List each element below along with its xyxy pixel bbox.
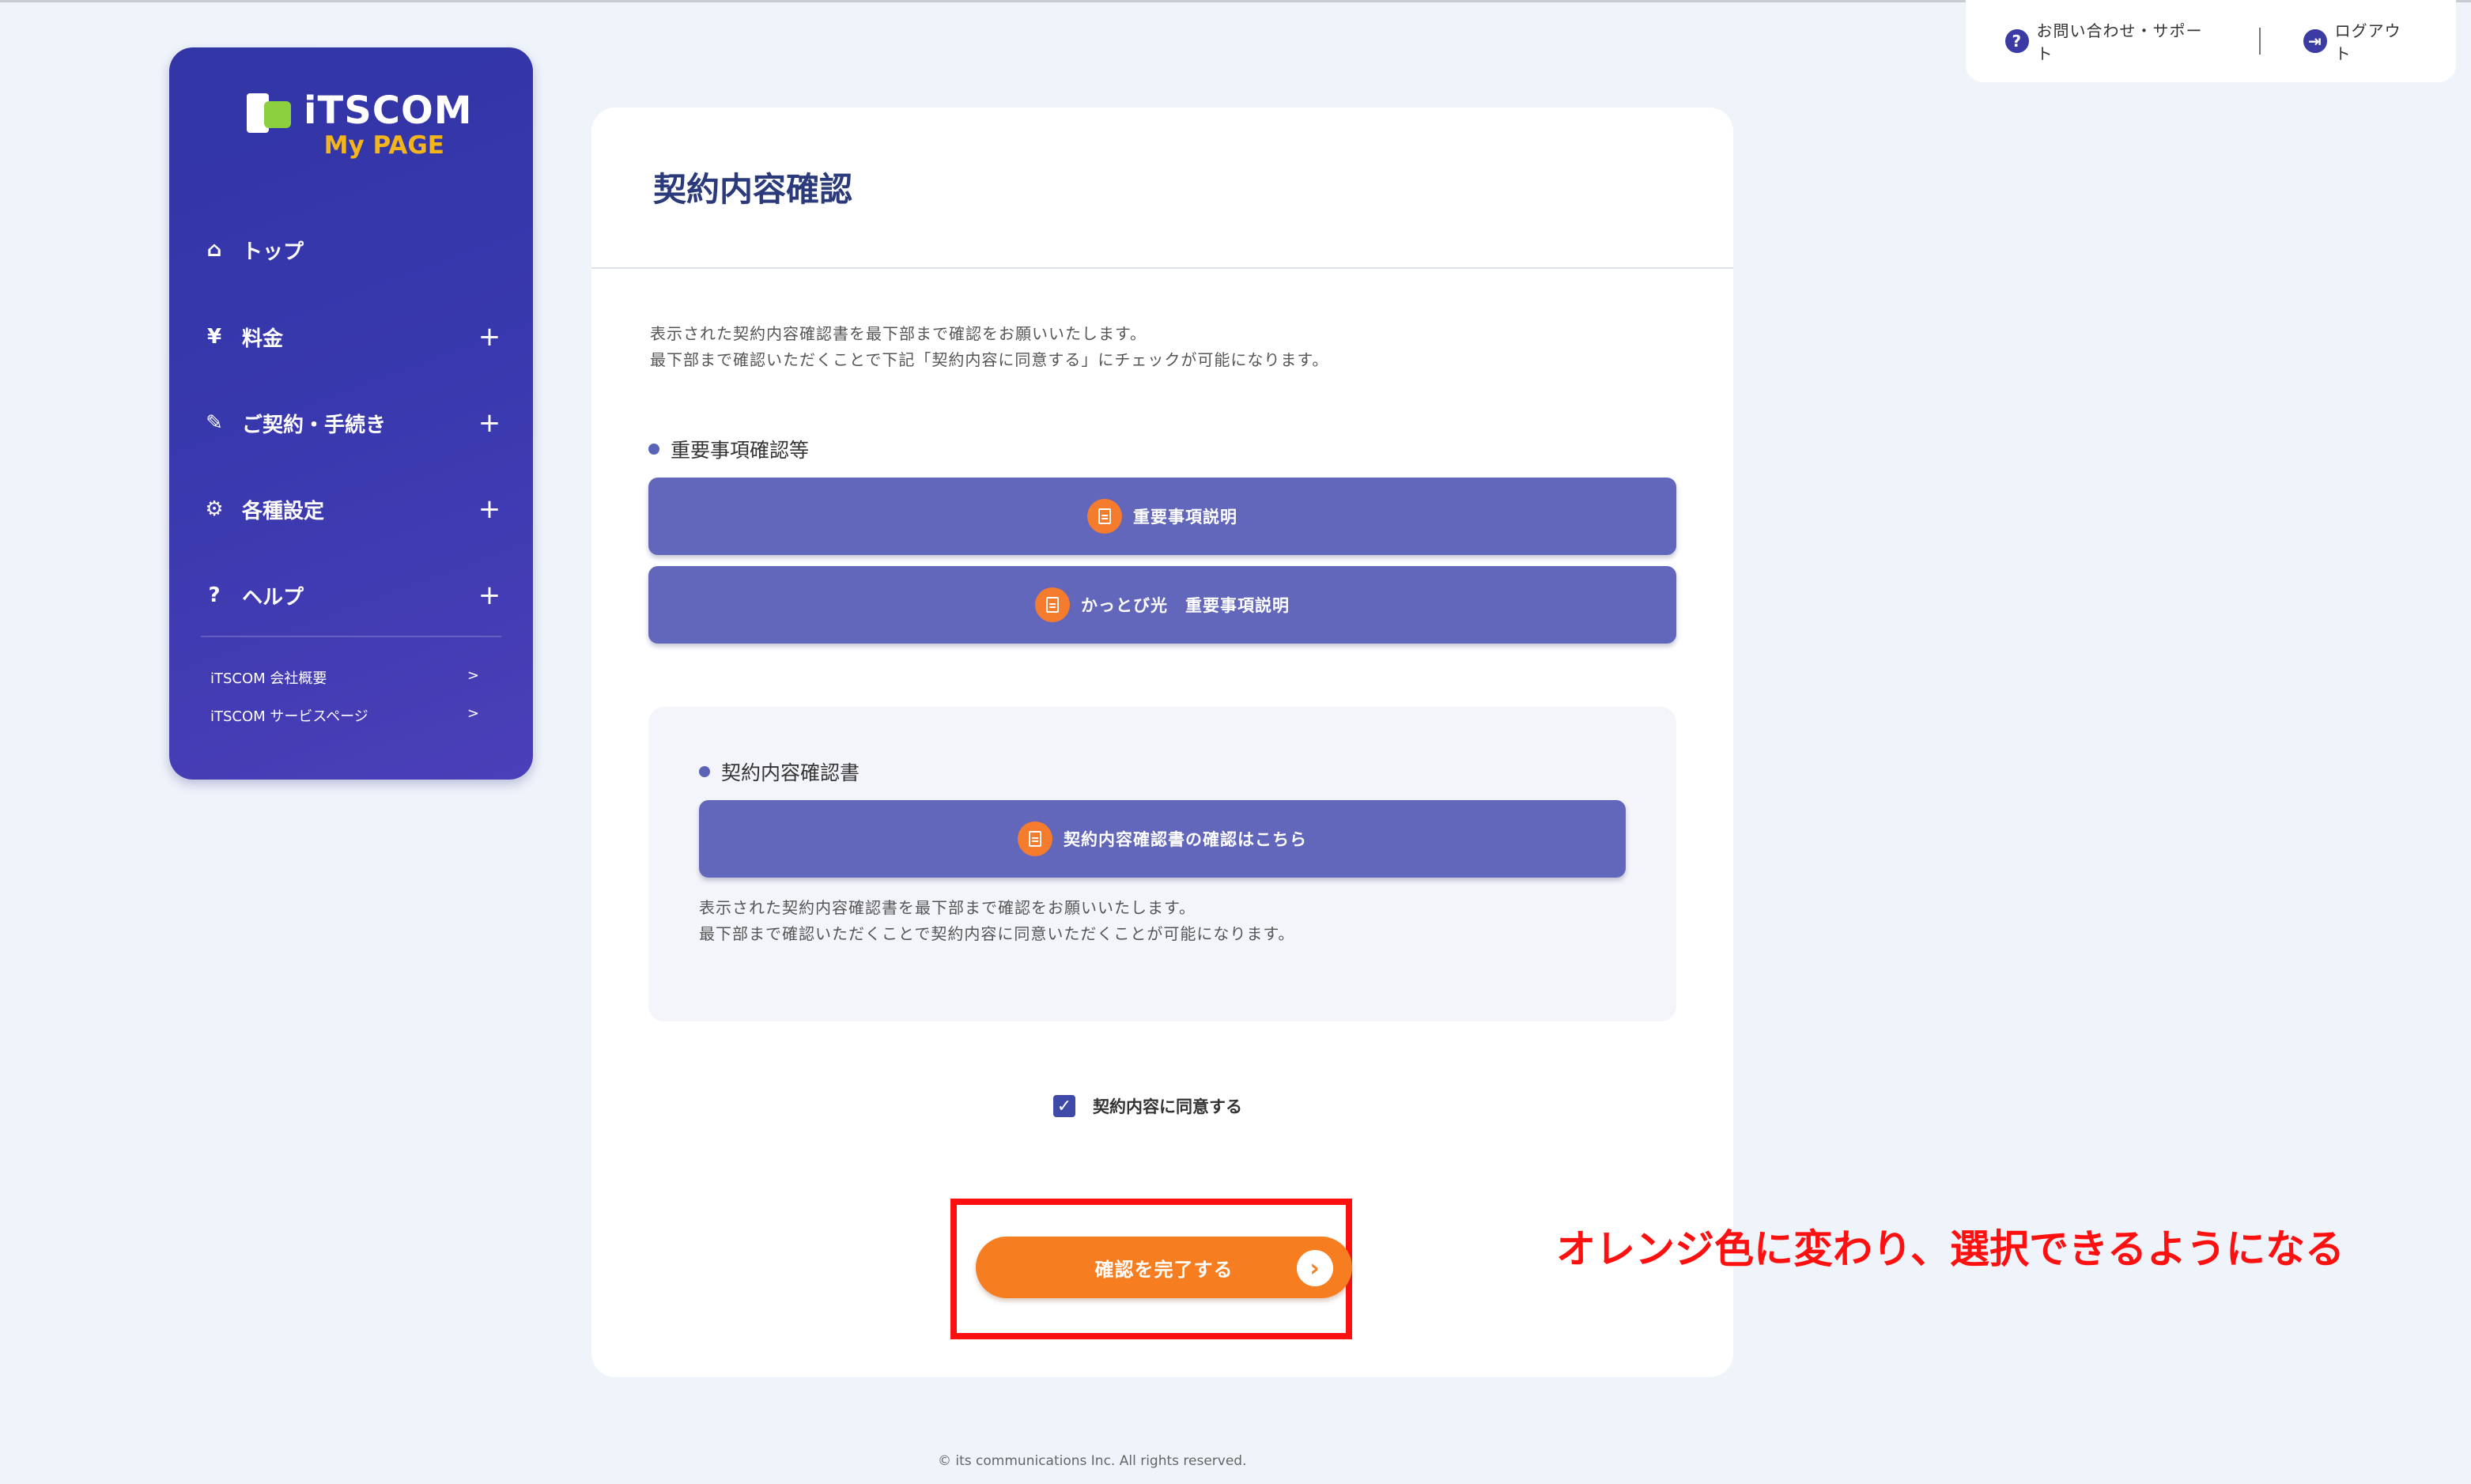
footer-copyright: © its communications Inc. All rights res… [938,1453,1247,1469]
sidebar-item-label: ヘルプ [242,585,304,610]
utility-bar: ? お問い合わせ・サポート ⇥ ログアウト [1966,0,2456,82]
help-icon: ? [208,583,221,607]
section-label: 重要事項確認等 [671,439,810,462]
button-label: かっとび光 重要事項説明 [1081,596,1290,615]
document-icon [1035,587,1070,622]
panel-note: 表示された契約内容確認書を最下部まで確認をお願いいたします。 最下部まで確認いた… [699,895,1294,947]
support-label: お問い合わせ・サポート [2036,21,2203,63]
contract-document-panel: 契約内容確認書 契約内容確認書の確認はこちら 表示された契約内容確認書を最下部ま… [648,707,1676,1021]
panel-note-line: 表示された契約内容確認書を最下部まで確認をお願いいたします。 [699,898,1196,917]
pen-icon: ✎ [206,411,223,435]
sidebar-divider [201,636,501,637]
intro-line: 表示された契約内容確認書を最下部まで確認をお願いいたします。 [650,324,1147,343]
logout-link[interactable]: ⇥ ログアウト [2303,18,2416,64]
logout-label: ログアウト [2334,21,2401,63]
chevron-right-icon: > [467,705,479,722]
document-icon [1087,499,1122,534]
logo-subtitle: My PAGE [323,131,444,160]
sidebar-item-label: 料金 [242,327,284,351]
sidebar-item-label: トップ [242,240,304,264]
agree-checkbox[interactable]: ✓ [1053,1095,1075,1117]
section-label: 契約内容確認書 [721,761,860,784]
logo[interactable]: iTSCOM My PAGE [247,89,473,158]
question-icon: ? [2005,29,2029,53]
gear-icon: ⚙ [205,497,224,521]
expand-plus-icon[interactable]: + [478,493,501,525]
bullet-dot [699,766,710,777]
sidebar: iTSCOM My PAGE ⌂ トップ ¥ 料金 + ✎ ご契約・手続き + … [169,47,533,780]
expand-plus-icon[interactable]: + [478,407,501,439]
contract-confirmation-card: 契約内容確認 表示された契約内容確認書を最下部まで確認をお願いいたします。 最下… [591,108,1733,1377]
chevron-right-icon: › [1297,1250,1333,1286]
logo-mark-icon [247,93,294,136]
important-matters-button[interactable]: 重要事項説明 [648,478,1676,555]
agree-label: 契約内容に同意する [1093,1097,1242,1116]
support-link[interactable]: ? お問い合わせ・サポート [2005,18,2216,64]
page-title: 契約内容確認 [653,170,853,209]
intro-text: 表示された契約内容確認書を最下部まで確認をお願いいたします。 最下部まで確認いた… [650,321,1328,373]
sidebar-link-company[interactable]: iTSCOM 会社概要 > [210,667,479,688]
yen-icon: ¥ [206,325,222,349]
section-contract-document: 契約内容確認書 [699,757,860,786]
sidebar-link-label: iTSCOM 会社概要 [210,670,327,687]
title-divider [591,267,1733,269]
logout-icon: ⇥ [2303,29,2327,53]
button-label: 契約内容確認書の確認はこちら [1064,830,1307,849]
bullet-dot [648,444,659,455]
agree-checkbox-row[interactable]: ✓ 契約内容に同意する [1053,1094,1242,1118]
button-label: 確認を完了する [1094,1258,1234,1281]
logo-title: iTSCOM [304,89,473,133]
annotation-text: オレンジ色に変わり、選択できるようになる [1556,1226,2344,1272]
sidebar-item-fees[interactable]: ¥ 料金 + [201,313,501,361]
view-contract-document-button[interactable]: 契約内容確認書の確認はこちら [699,800,1626,878]
panel-note-line: 最下部まで確認いただくことで契約内容に同意いただくことが可能になります。 [699,924,1295,943]
sidebar-item-top[interactable]: ⌂ トップ [201,226,501,274]
document-icon [1018,821,1052,856]
utility-separator [2259,28,2261,55]
section-important-matters: 重要事項確認等 [648,435,809,463]
expand-plus-icon[interactable]: + [478,321,501,353]
sidebar-item-label: 各種設定 [242,499,325,523]
home-icon: ⌂ [206,238,222,262]
expand-plus-icon[interactable]: + [478,580,501,611]
sidebar-link-label: iTSCOM サービスページ [210,708,368,725]
sidebar-item-settings[interactable]: ⚙ 各種設定 + [201,485,501,533]
intro-line: 最下部まで確認いただくことで下記「契約内容に同意する」にチェックが可能になります… [650,350,1329,369]
sidebar-item-contract[interactable]: ✎ ご契約・手続き + [201,399,501,447]
sidebar-item-label: ご契約・手続き [242,413,387,437]
chevron-right-icon: > [467,667,479,684]
sidebar-item-help[interactable]: ? ヘルプ + [201,572,501,619]
sidebar-link-service[interactable]: iTSCOM サービスページ > [210,705,479,726]
complete-confirmation-button[interactable]: 確認を完了する › [976,1237,1352,1298]
kattobi-important-matters-button[interactable]: かっとび光 重要事項説明 [648,566,1676,644]
button-label: 重要事項説明 [1133,508,1237,527]
